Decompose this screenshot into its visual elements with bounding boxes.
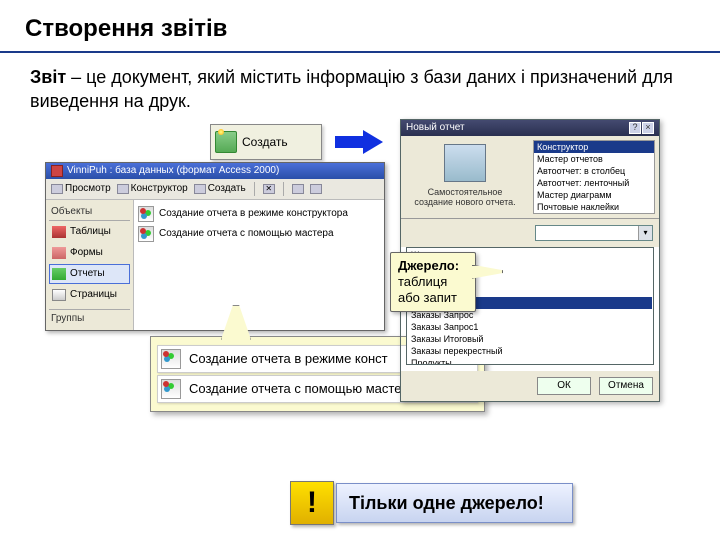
design-icon: [117, 184, 129, 194]
db-title: VinniPuh : база данных (формат Access 20…: [67, 165, 279, 176]
list-item[interactable]: Почтовые наклейки: [534, 201, 654, 213]
list-item[interactable]: Заказы Итоговый: [408, 333, 652, 345]
db-content: Создание отчета в режиме конструктора Со…: [134, 200, 384, 330]
create-button-callout: Создать: [210, 124, 322, 160]
list-item[interactable]: Автоотчет: ленточный: [534, 177, 654, 189]
dialog-title: Новый отчет: [406, 122, 465, 134]
toolbar-new-icon: [194, 184, 206, 194]
separator: [283, 182, 284, 196]
content-row-design[interactable]: Создание отчета в режиме конструктора: [138, 204, 380, 224]
tables-icon: [52, 226, 66, 238]
alert-box: ! Тільки одне джерело!: [290, 481, 573, 525]
list-item[interactable]: Заказы перекрестный: [408, 345, 652, 357]
forms-icon: [52, 247, 66, 259]
list-item[interactable]: Заказы Запрос1: [408, 321, 652, 333]
wizard-icon: [161, 379, 181, 399]
cancel-button[interactable]: Отмена: [599, 377, 653, 395]
wizard-icon: [138, 226, 154, 242]
dialog-caption: Самостоятельное создание нового отчета.: [409, 187, 521, 209]
database-window: VinniPuh : база данных (формат Access 20…: [45, 162, 385, 331]
source-body1: таблиця: [398, 274, 447, 289]
page-title: Створення звітів: [0, 0, 720, 53]
help-icon[interactable]: ?: [629, 122, 641, 134]
nav-item-tables[interactable]: Таблицы: [49, 222, 130, 242]
list-item[interactable]: Мастер диаграмм: [534, 189, 654, 201]
exclamation-icon: !: [290, 481, 334, 525]
report-type-list[interactable]: КонструкторМастер отчетовАвтоотчет: в ст…: [533, 140, 655, 214]
source-body2: або запит: [398, 290, 457, 305]
list-item[interactable]: Продукты: [408, 357, 652, 365]
list-item[interactable]: Автоотчет: в столбец: [534, 165, 654, 177]
new-icon: [215, 131, 237, 153]
db-icon: [51, 165, 63, 177]
source-combo[interactable]: ▾: [535, 225, 653, 241]
nav-groups: Группы: [49, 309, 130, 327]
source-head: Джерело:: [398, 258, 459, 273]
wizard-icon: [138, 206, 154, 222]
nav-heading: Объекты: [49, 203, 130, 221]
report-preview-icon: [444, 144, 486, 182]
open-icon: [51, 184, 63, 194]
close-icon[interactable]: ×: [642, 122, 654, 134]
intro-text: Звіт – це документ, який містить інформа…: [0, 53, 720, 124]
toolbar-open[interactable]: Просмотр: [51, 183, 111, 194]
nav-item-pages[interactable]: Страницы: [49, 285, 130, 305]
db-toolbar: Просмотр Конструктор Создать ✕: [46, 179, 384, 200]
db-titlebar: VinniPuh : база данных (формат Access 20…: [46, 163, 384, 179]
list-item[interactable]: Конструктор: [534, 141, 654, 153]
delete-icon[interactable]: ✕: [263, 184, 275, 194]
intro-term: Звіт: [30, 67, 66, 87]
content-row-wizard[interactable]: Создание отчета с помощью мастера: [138, 224, 380, 244]
create-label: Создать: [242, 135, 288, 149]
alert-text: Тільки одне джерело!: [336, 483, 573, 523]
view-list-icon[interactable]: [310, 184, 322, 194]
nav-item-forms[interactable]: Формы: [49, 243, 130, 263]
pages-icon: [52, 289, 66, 301]
list-item[interactable]: Мастер отчетов: [534, 153, 654, 165]
ok-button[interactable]: ОК: [537, 377, 591, 395]
view-large-icon[interactable]: [292, 184, 304, 194]
reports-icon: [52, 268, 66, 280]
separator: [254, 182, 255, 196]
intro-rest: – це документ, який містить інформацію з…: [30, 67, 673, 111]
toolbar-design[interactable]: Конструктор: [117, 183, 188, 194]
source-callout: Джерело: таблиця або запит: [390, 252, 476, 313]
nav-item-reports[interactable]: Отчеты: [49, 264, 130, 284]
toolbar-new[interactable]: Создать: [194, 183, 246, 194]
wizard-icon: [161, 349, 181, 369]
arrow-icon: [335, 132, 385, 152]
chevron-down-icon[interactable]: ▾: [638, 226, 652, 240]
db-nav: Объекты Таблицы Формы Отчеты Страницы Гр…: [46, 200, 134, 330]
